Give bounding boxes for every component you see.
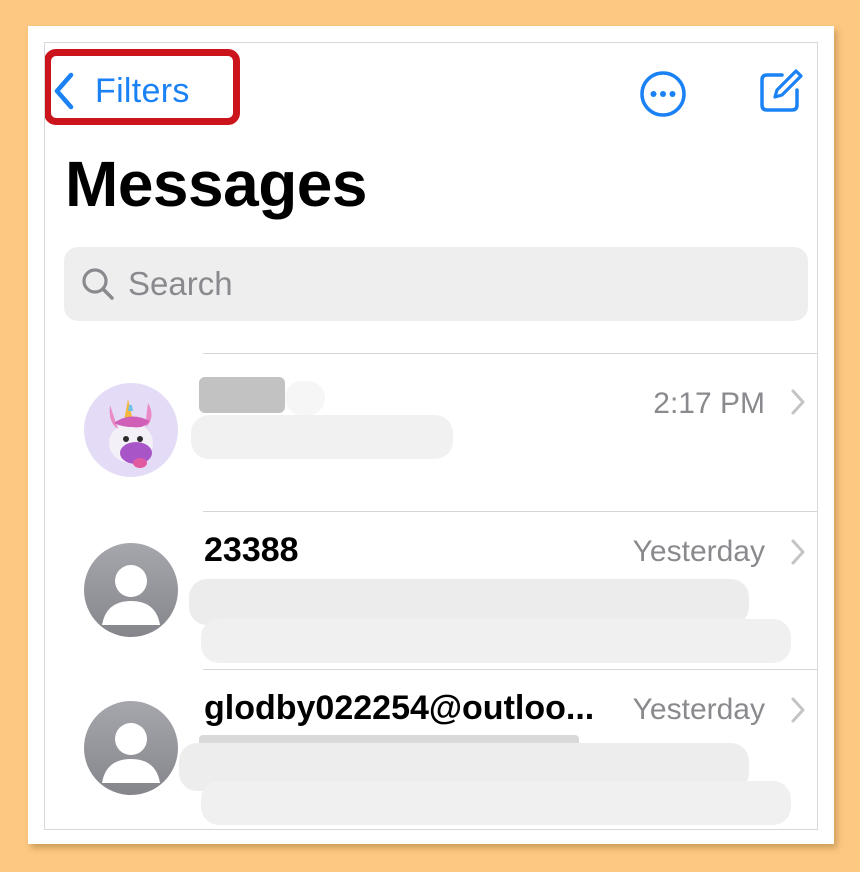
redacted-preview [191,415,453,459]
back-label: Filters [95,71,190,110]
timestamp: Yesterday [632,535,765,568]
chevron-left-icon [54,72,74,110]
timestamp: Yesterday [632,693,765,726]
redacted-preview [201,781,791,825]
sender-name: 23388 [204,531,299,569]
person-icon [102,565,160,625]
search-icon [82,268,114,300]
conversation-row[interactable]: glodby022254@outloo... Yesterday [45,669,817,827]
redacted-preview [201,619,791,663]
redacted-sender [199,377,285,413]
chevron-right-icon [791,697,805,723]
conversation-row[interactable]: 2:17 PM [45,353,817,511]
row-divider [203,511,817,512]
search-bar[interactable] [64,247,808,321]
avatar [84,543,178,637]
search-input[interactable] [126,264,770,304]
row-divider [203,353,817,354]
back-button[interactable]: Filters [51,69,190,113]
compose-icon[interactable] [758,68,804,114]
chevron-right-icon [791,389,805,415]
avatar [84,701,178,795]
redacted-sender [285,381,325,415]
row-divider [203,669,817,670]
ellipsis-circle-icon[interactable] [639,70,687,118]
avatar [84,383,178,477]
chevron-right-icon [791,539,805,565]
unicorn-memoji-icon [109,399,153,468]
sender-name: glodby022254@outloo... [204,689,595,727]
conversation-row[interactable]: 23388 Yesterday [45,511,817,669]
timestamp: 2:17 PM [653,387,765,420]
person-icon [102,723,160,783]
page-title: Messages [65,148,367,220]
messages-screen: Filters Messages Search 2:17 PM 23388 Ye… [44,42,818,830]
